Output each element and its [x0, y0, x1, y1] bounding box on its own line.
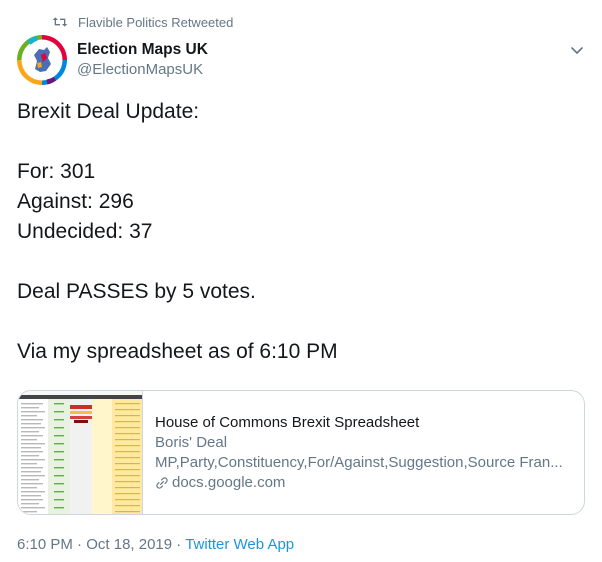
card-title[interactable]: House of Commons Brexit Spreadsheet: [155, 413, 572, 433]
avatar[interactable]: [17, 35, 67, 85]
tweet-meta: 6:10 PM · Oct 18, 2019 · Twitter Web App: [17, 535, 294, 555]
tweet-source-link[interactable]: Twitter Web App: [185, 536, 294, 553]
tweet-text: Brexit Deal Update: For: 301 Against: 29…: [17, 97, 587, 367]
card-body[interactable]: House of Commons Brexit Spreadsheet Bori…: [143, 391, 584, 514]
author-display-name[interactable]: Election Maps UK: [77, 40, 208, 60]
retweet-label[interactable]: Flavible Politics Retweeted: [78, 15, 233, 30]
meta-separator: ·: [172, 536, 186, 553]
tweet-line: Via my spreadsheet as of 6:10 PM: [17, 340, 338, 363]
card-description: Boris' Deal: [155, 433, 228, 451]
meta-separator: ·: [72, 536, 87, 553]
card-thumbnail: [18, 391, 143, 514]
tweet-line: Undecided: 37: [17, 220, 153, 243]
tweet[interactable]: Flavible Politics Retweeted Election Map…: [0, 0, 602, 562]
tweet-line: Against: 296: [17, 190, 134, 213]
tweet-time[interactable]: 6:10 PM: [17, 536, 73, 553]
tweet-line: Brexit Deal Update:: [17, 100, 200, 123]
tweet-line: Deal PASSES by 5 votes.: [17, 280, 256, 303]
tweet-line: For: 301: [17, 160, 96, 183]
retweet-context: Flavible Politics Retweeted: [52, 13, 233, 31]
retweet-icon: [52, 17, 68, 27]
spreadsheet-thumbnail: [18, 391, 142, 514]
election-maps-logo: [17, 35, 67, 85]
chevron-down-icon[interactable]: [569, 42, 585, 58]
link-card[interactable]: House of Commons Brexit Spreadsheet Bori…: [17, 390, 585, 515]
card-domain-label: docs.google.com: [172, 473, 286, 491]
author-handle[interactable]: @ElectionMapsUK: [77, 60, 208, 80]
tweet-date[interactable]: Oct 18, 2019: [86, 536, 172, 553]
link-icon: [156, 476, 168, 489]
card-description: MP,Party,Constituency,For/Against,Sugges…: [155, 453, 563, 471]
author[interactable]: Election Maps UK @ElectionMapsUK: [77, 40, 208, 80]
card-domain: docs.google.com: [155, 473, 572, 493]
